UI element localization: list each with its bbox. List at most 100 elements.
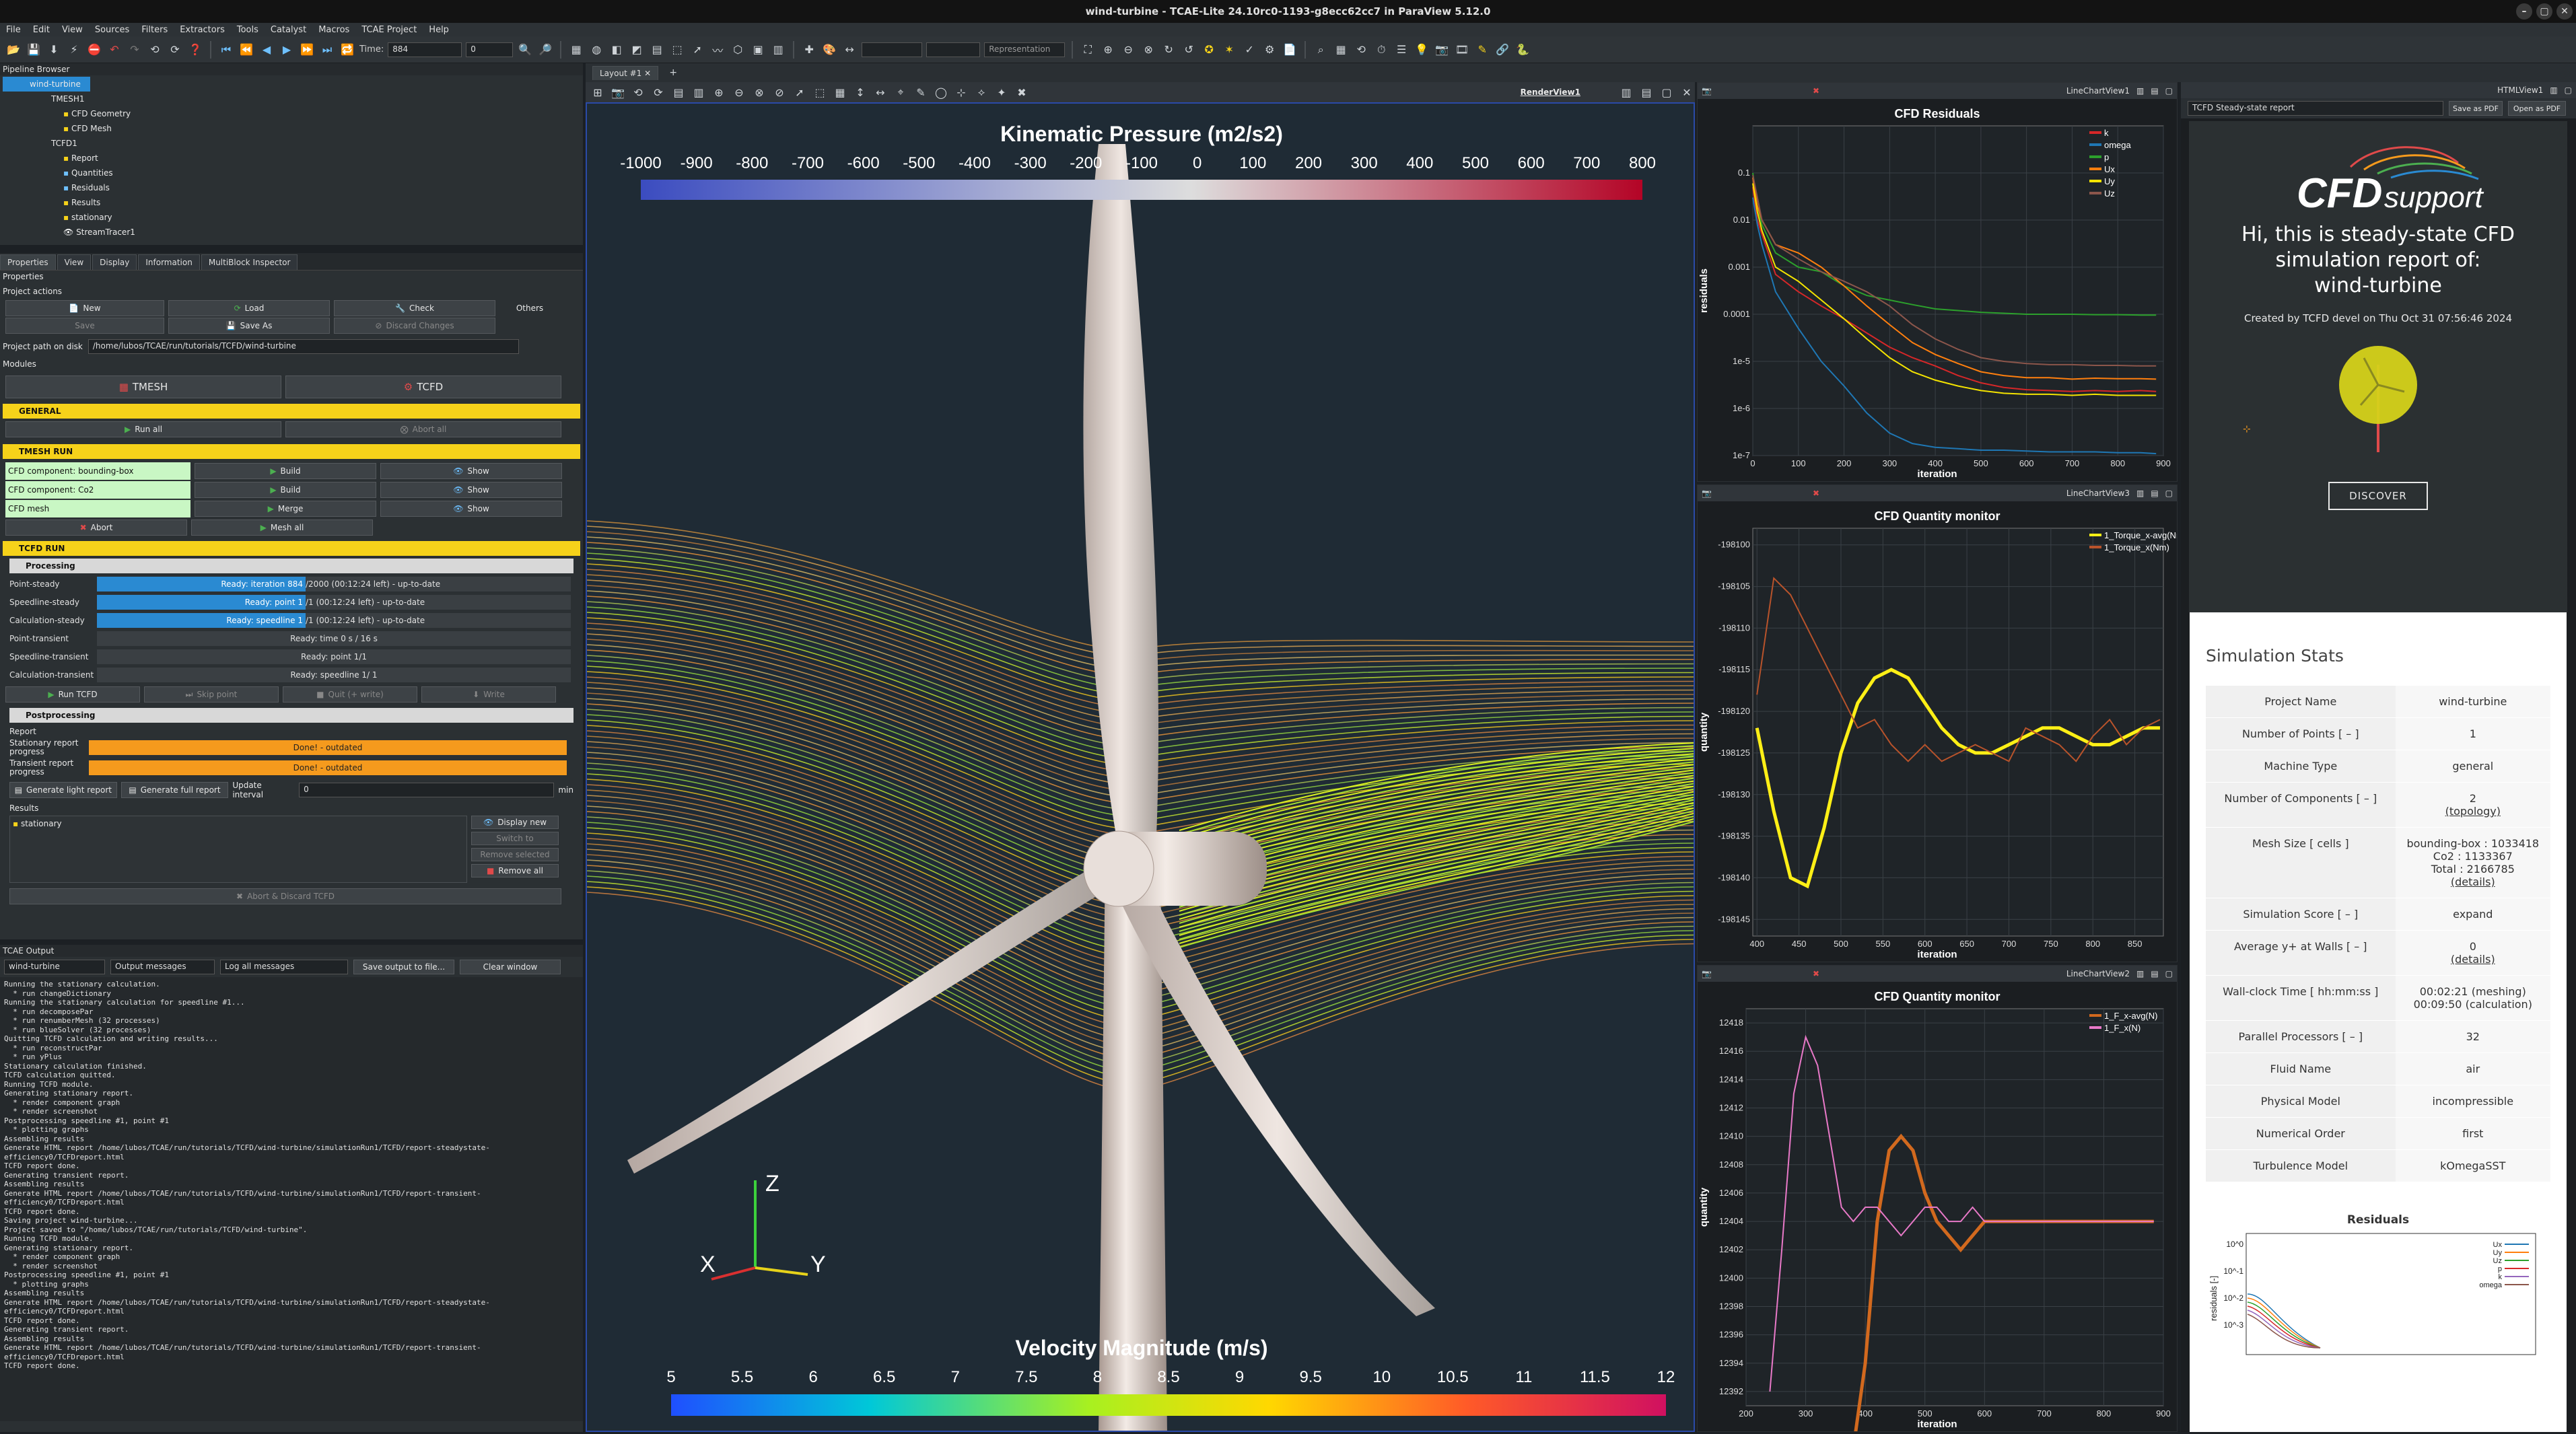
stream-tracer-icon[interactable]: 〰 <box>709 42 726 58</box>
tab-multiblock-inspector[interactable]: MultiBlock Inspector <box>201 254 298 270</box>
slice-icon[interactable]: ◩ <box>629 42 645 58</box>
maximize-view-icon[interactable]: ▢ <box>2565 85 2572 95</box>
stats-link[interactable]: (topology) <box>2401 805 2545 818</box>
color-array-select[interactable] <box>862 42 923 57</box>
tmesh-run-section-header[interactable]: TMESH RUN <box>3 444 580 459</box>
render-tool-20-icon[interactable]: ✦ <box>994 84 1010 100</box>
save-project-button[interactable]: Save <box>5 318 164 334</box>
abort-discard-button[interactable]: ✖ Abort & Discard TCFD <box>9 888 561 904</box>
lightbulb-icon[interactable]: 💡 <box>1414 42 1430 58</box>
pipeline-item[interactable]: ▪ stationary <box>3 210 583 225</box>
menu-item[interactable]: Tools <box>231 25 265 35</box>
torque-monitor-chart[interactable]: CFD Quantity monitor 400 450 500 550 600 650 70… <box>1698 501 2186 962</box>
color-map-icon[interactable]: 🎨 <box>821 42 837 58</box>
view-control-1-icon[interactable]: ▤ <box>1638 84 1655 100</box>
pipeline-item[interactable]: TCFD1 <box>3 136 583 151</box>
pipeline-item[interactable]: TMESH1 <box>3 92 583 106</box>
render-tool-7-icon[interactable]: ⊖ <box>731 84 747 100</box>
reload-icon[interactable]: ⟲ <box>1353 42 1369 58</box>
skip-point-button[interactable]: ⏭ Skip point <box>144 686 279 703</box>
report-select[interactable]: TCFD Steady-state report <box>2188 101 2443 116</box>
clip-icon[interactable]: ◧ <box>608 42 625 58</box>
group-datasets-icon[interactable]: ▣ <box>750 42 766 58</box>
zoom-to-box-icon[interactable]: 🔎 <box>537 42 553 58</box>
render-tool-16-icon[interactable]: ✎ <box>913 84 929 100</box>
render-tool-1-icon[interactable]: 📷 <box>610 84 626 100</box>
split-icon[interactable]: ▥ <box>2136 86 2144 96</box>
layers-icon[interactable]: ☰ <box>1393 42 1409 58</box>
render-tool-15-icon[interactable]: ⌖ <box>893 84 909 100</box>
render-tool-9-icon[interactable]: ⊘ <box>771 84 788 100</box>
tab-properties[interactable]: Properties <box>0 254 56 270</box>
tmesh-module-button[interactable]: ▦ TMESH <box>5 375 281 398</box>
write-button[interactable]: ⬇ Write <box>421 686 556 703</box>
split-icon[interactable]: ▥ <box>2136 969 2144 978</box>
maximize-view-icon[interactable]: ▢ <box>2165 489 2173 498</box>
pipeline-item[interactable]: ▪ CFD Mesh <box>3 121 583 136</box>
new-project-button[interactable]: 📄 New <box>5 300 164 316</box>
view-control-0-icon[interactable]: ▥ <box>1618 84 1634 100</box>
play-icon[interactable]: ▶ <box>279 42 295 58</box>
camera-redo-icon[interactable]: ⟳ <box>167 42 183 58</box>
pipeline-item[interactable]: ▪ CFD Geometry <box>3 106 583 121</box>
quit-write-button[interactable]: ■ Quit (+ write) <box>283 686 417 703</box>
close-icon[interactable]: ✕ <box>644 69 651 78</box>
tmesh-show-button[interactable]: 👁 Show <box>380 482 562 498</box>
python-shell-icon[interactable]: 🐍 <box>1515 42 1531 58</box>
tcfd-run-section-header[interactable]: TCFD RUN <box>3 541 580 556</box>
first-frame-icon[interactable]: ⏮ <box>218 42 234 58</box>
render-tool-3-icon[interactable]: ⟳ <box>650 84 666 100</box>
rotate-90-icon[interactable]: ↻ <box>1160 42 1177 58</box>
line-chart-view-3[interactable]: 📷 ✖ LineChartView3 ▥ ▤ ▢ CFD Quantity monitor… <box>1697 485 2186 962</box>
tmesh-action-button[interactable]: ▶ Merge <box>195 501 376 517</box>
pipeline-item[interactable]: ▪ Residuals <box>3 180 583 195</box>
results-list[interactable]: ▪ stationary <box>9 816 467 883</box>
save-data-icon[interactable]: ⬇ <box>46 42 62 58</box>
view-control-2-icon[interactable]: ▢ <box>1659 84 1675 100</box>
tab-view[interactable]: View <box>57 254 92 270</box>
view-x-icon[interactable]: ⊕ <box>1100 42 1116 58</box>
movie-icon[interactable]: 🎞 <box>1454 42 1470 58</box>
previous-frame-icon[interactable]: ⏪ <box>238 42 254 58</box>
save-as-pdf-button[interactable]: Save as PDF <box>2449 101 2503 116</box>
output-console[interactable]: Running the stationary calculation. * ru… <box>0 977 583 1421</box>
menu-item[interactable]: Edit <box>27 25 56 35</box>
split-vertical-icon[interactable]: ▤ <box>2151 969 2158 978</box>
disconnect-icon[interactable]: ⛔ <box>86 42 102 58</box>
camera-icon[interactable]: 📷 <box>1702 489 1712 498</box>
reset-camera-icon[interactable]: ⛶ <box>1080 42 1096 58</box>
minimize-icon[interactable]: – <box>2516 3 2532 20</box>
output-messages-select[interactable]: Output messages <box>110 960 215 974</box>
run-all-button[interactable]: ▶ Run all <box>5 421 281 437</box>
render-tool-17-icon[interactable]: ◯ <box>933 84 949 100</box>
component-select[interactable] <box>926 42 981 57</box>
display-new-button[interactable]: 👁 Display new <box>471 816 559 829</box>
tmesh-action-button[interactable]: ▶ Build <box>195 482 376 498</box>
remove-selected-button[interactable]: Remove selected <box>471 848 559 861</box>
render-tool-6-icon[interactable]: ⊕ <box>711 84 727 100</box>
close-view-icon[interactable]: ✖ <box>1813 86 1819 96</box>
tcae-check-icon[interactable]: ✓ <box>1241 42 1257 58</box>
view-y-icon[interactable]: ⊖ <box>1120 42 1136 58</box>
open-as-pdf-button[interactable]: Open as PDF <box>2508 101 2566 116</box>
render-tool-19-icon[interactable]: ⟡ <box>973 84 989 100</box>
maximize-view-icon[interactable]: ▢ <box>2165 86 2173 96</box>
tab-information[interactable]: Information <box>138 254 200 270</box>
discard-changes-button[interactable]: ⊘ Discard Changes <box>334 318 495 334</box>
time-index-spinbox[interactable]: 0 <box>466 42 514 57</box>
pipeline-item[interactable]: ▪ Report <box>3 151 583 166</box>
time-value-field[interactable]: 884 <box>388 42 462 57</box>
extract-level-icon[interactable]: ▥ <box>770 42 786 58</box>
menu-item[interactable]: Filters <box>135 25 174 35</box>
result-item[interactable]: stationary <box>21 819 62 828</box>
undo-icon[interactable]: ↶ <box>106 42 123 58</box>
load-project-button[interactable]: ⟳ Load <box>168 300 330 316</box>
residuals-chart[interactable]: CFD Residuals 0 100 200 300 400 500 600 700 800 90… <box>1698 99 2177 481</box>
clear-window-button[interactable]: Clear window <box>460 960 561 974</box>
close-view-icon[interactable]: ✖ <box>1813 489 1819 498</box>
render-tool-5-icon[interactable]: ▥ <box>691 84 707 100</box>
camera-undo-icon[interactable]: ⟲ <box>147 42 163 58</box>
view-z-icon[interactable]: ⊗ <box>1140 42 1156 58</box>
render-view[interactable]: Kinematic Pressure (m2/s2) -1000 -900 -800… <box>586 102 1695 1432</box>
rotate-minus-90-icon[interactable]: ↺ <box>1181 42 1197 58</box>
